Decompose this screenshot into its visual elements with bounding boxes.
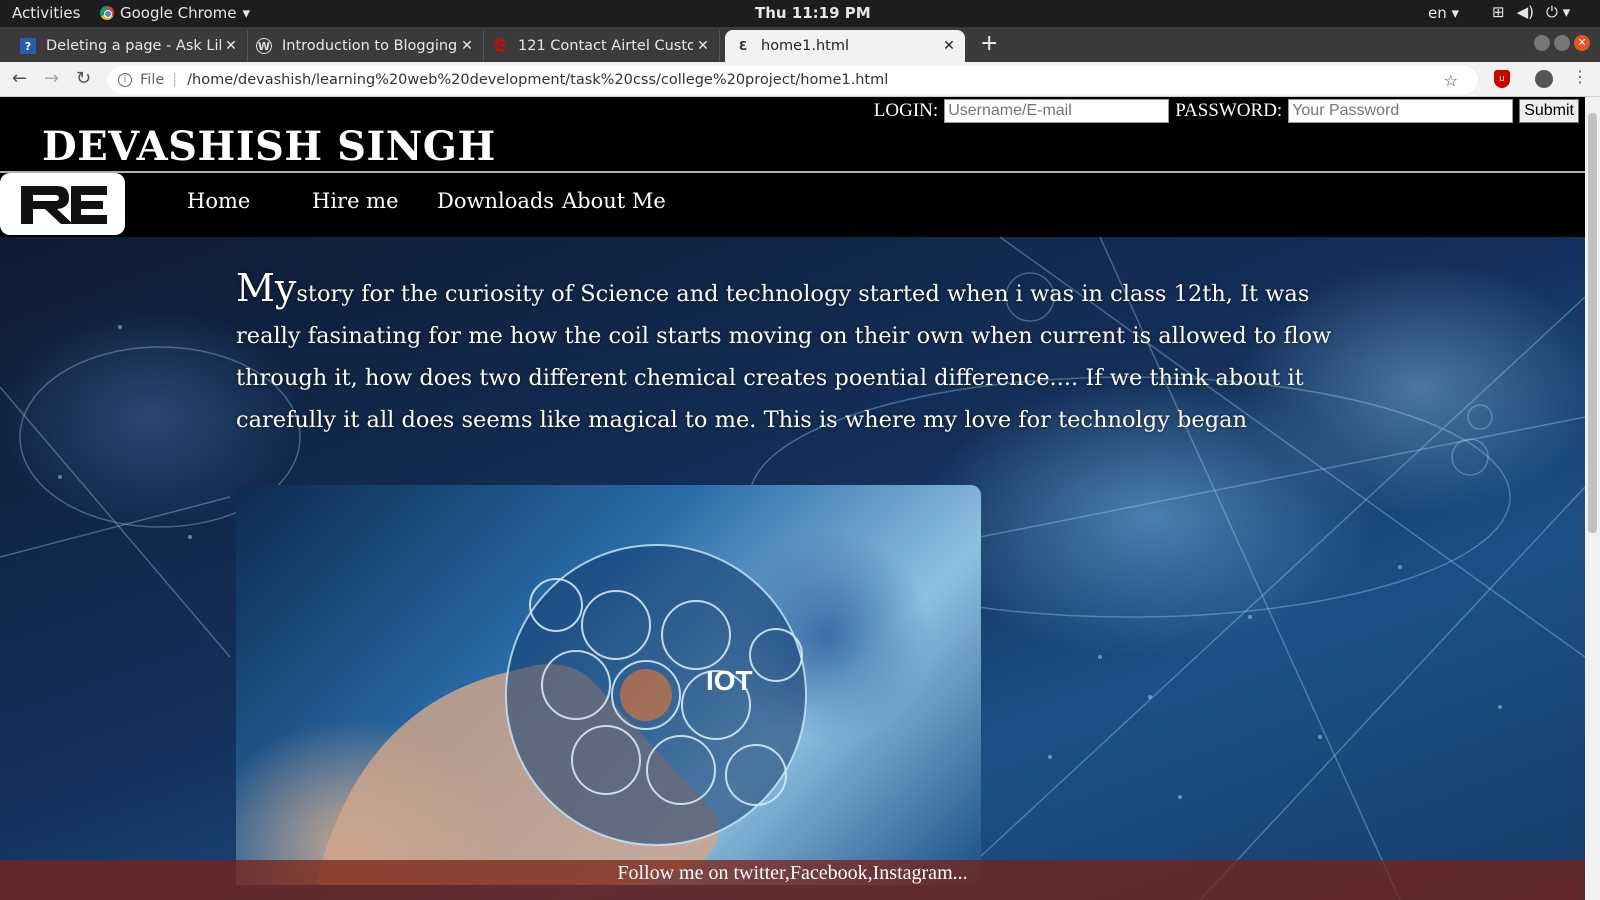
reload-icon[interactable]: ↻ — [76, 68, 91, 89]
wordpress-icon: W — [256, 38, 272, 54]
menu-kebab-icon[interactable]: ⋮ — [1572, 67, 1588, 86]
separator: | — [172, 72, 178, 88]
app-menu[interactable]: Google Chrome ▾ — [100, 4, 250, 22]
site-header: LOGIN: PASSWORD: Submit DEVASHISH SINGH — [0, 97, 1585, 173]
tab-wordpress[interactable]: W Introduction to Blogging ✕ — [246, 30, 484, 62]
url-text[interactable]: /home/devashish/learning%20web%20develop… — [187, 72, 888, 88]
activities-button[interactable]: Activities — [12, 4, 80, 22]
language-indicator[interactable]: en ▾ — [1428, 4, 1459, 22]
back-arrow-icon[interactable]: ← — [12, 68, 27, 89]
nav-downloads[interactable]: Downloads — [437, 189, 554, 213]
network-icon: ⊞ — [1492, 3, 1505, 21]
tab-home1[interactable]: Ɛ home1.html ✕ — [725, 30, 965, 62]
system-tray[interactable]: ⊞ ◀) ⏻ ▾ — [1492, 3, 1570, 21]
iot-label: IOT — [706, 665, 753, 696]
footer-bar: Follow me on twitter,Facebook,Instagram.… — [0, 860, 1585, 900]
footer-text[interactable]: Follow me on twitter,Facebook,Instagram.… — [617, 862, 967, 884]
hero-section: Mystory for the curiosity of Science and… — [0, 237, 1585, 900]
askubuntu-icon: ? — [20, 38, 36, 54]
re-logo-icon: Ɛ — [738, 39, 748, 53]
bookmark-star-icon[interactable]: ☆ — [1444, 71, 1458, 90]
browser-toolbar: ← → ↻ i File | /home/devashish/learning%… — [0, 62, 1600, 97]
login-label: LOGIN: — [873, 100, 939, 121]
close-icon[interactable]: ✕ — [939, 38, 959, 54]
iot-globe-illustration: IOT — [316, 544, 807, 885]
maximize-button[interactable] — [1554, 35, 1570, 51]
submit-button[interactable]: Submit — [1519, 99, 1579, 123]
password-input[interactable] — [1288, 99, 1514, 123]
app-name: Google Chrome — [120, 4, 237, 22]
close-icon[interactable]: ✕ — [693, 38, 713, 54]
scheme-label: File — [140, 72, 165, 88]
chevron-down-icon: ▾ — [242, 4, 251, 22]
tab-airtel[interactable]: ᘓ 121 Contact Airtel Custon ✕ — [482, 30, 720, 62]
account-icon[interactable] — [1535, 70, 1553, 88]
nav-home[interactable]: Home — [187, 189, 250, 213]
scrollbar-thumb[interactable] — [1588, 113, 1597, 533]
address-bar[interactable]: i File | /home/devashish/learning%20web%… — [108, 66, 1478, 94]
minimize-button[interactable] — [1534, 35, 1550, 51]
nav-hire-me[interactable]: Hire me — [312, 189, 399, 213]
clock[interactable]: Thu 11:19 PM — [755, 4, 871, 22]
window-controls: ✕ — [1534, 35, 1590, 51]
re-logo-icon — [20, 186, 107, 224]
web-page: LOGIN: PASSWORD: Submit DEVASHISH SINGH … — [0, 97, 1585, 900]
volume-icon: ◀) — [1516, 3, 1534, 21]
main-nav: Home Hire me Downloads About Me — [0, 173, 1585, 237]
forward-arrow-icon[interactable]: → — [44, 68, 59, 89]
iot-hand-image: IOT — [236, 485, 981, 885]
site-title: DEVASHISH SINGH — [42, 123, 496, 170]
tab-ask-ubuntu[interactable]: ? Deleting a page - Ask Libr ✕ — [10, 30, 248, 62]
close-icon[interactable]: ✕ — [221, 38, 241, 54]
ublock-icon[interactable]: u — [1494, 70, 1510, 88]
window-close-button[interactable]: ✕ — [1574, 35, 1590, 51]
password-label: PASSWORD: — [1175, 100, 1283, 121]
story-text: story for the curiosity of Science and t… — [236, 281, 1332, 433]
info-icon[interactable]: i — [118, 73, 132, 87]
new-tab-button[interactable]: + — [980, 31, 998, 56]
nav-about-me[interactable]: About Me — [562, 189, 666, 213]
system-top-bar: Activities Google Chrome ▾ Thu 11:19 PM … — [0, 0, 1600, 27]
login-form: LOGIN: PASSWORD: Submit — [874, 99, 1579, 123]
chrome-icon — [100, 6, 114, 20]
close-icon[interactable]: ✕ — [457, 38, 477, 54]
site-logo[interactable] — [0, 173, 125, 235]
story-dropcap: My — [236, 266, 297, 310]
username-input[interactable] — [944, 99, 1170, 123]
airtel-icon: ᘓ — [494, 36, 506, 55]
tab-strip: ? Deleting a page - Ask Libr ✕ W Introdu… — [0, 27, 1600, 62]
page-scrollbar[interactable] — [1585, 97, 1600, 900]
power-icon: ⏻ ▾ — [1545, 3, 1571, 21]
story-paragraph: Mystory for the curiosity of Science and… — [236, 267, 1346, 441]
